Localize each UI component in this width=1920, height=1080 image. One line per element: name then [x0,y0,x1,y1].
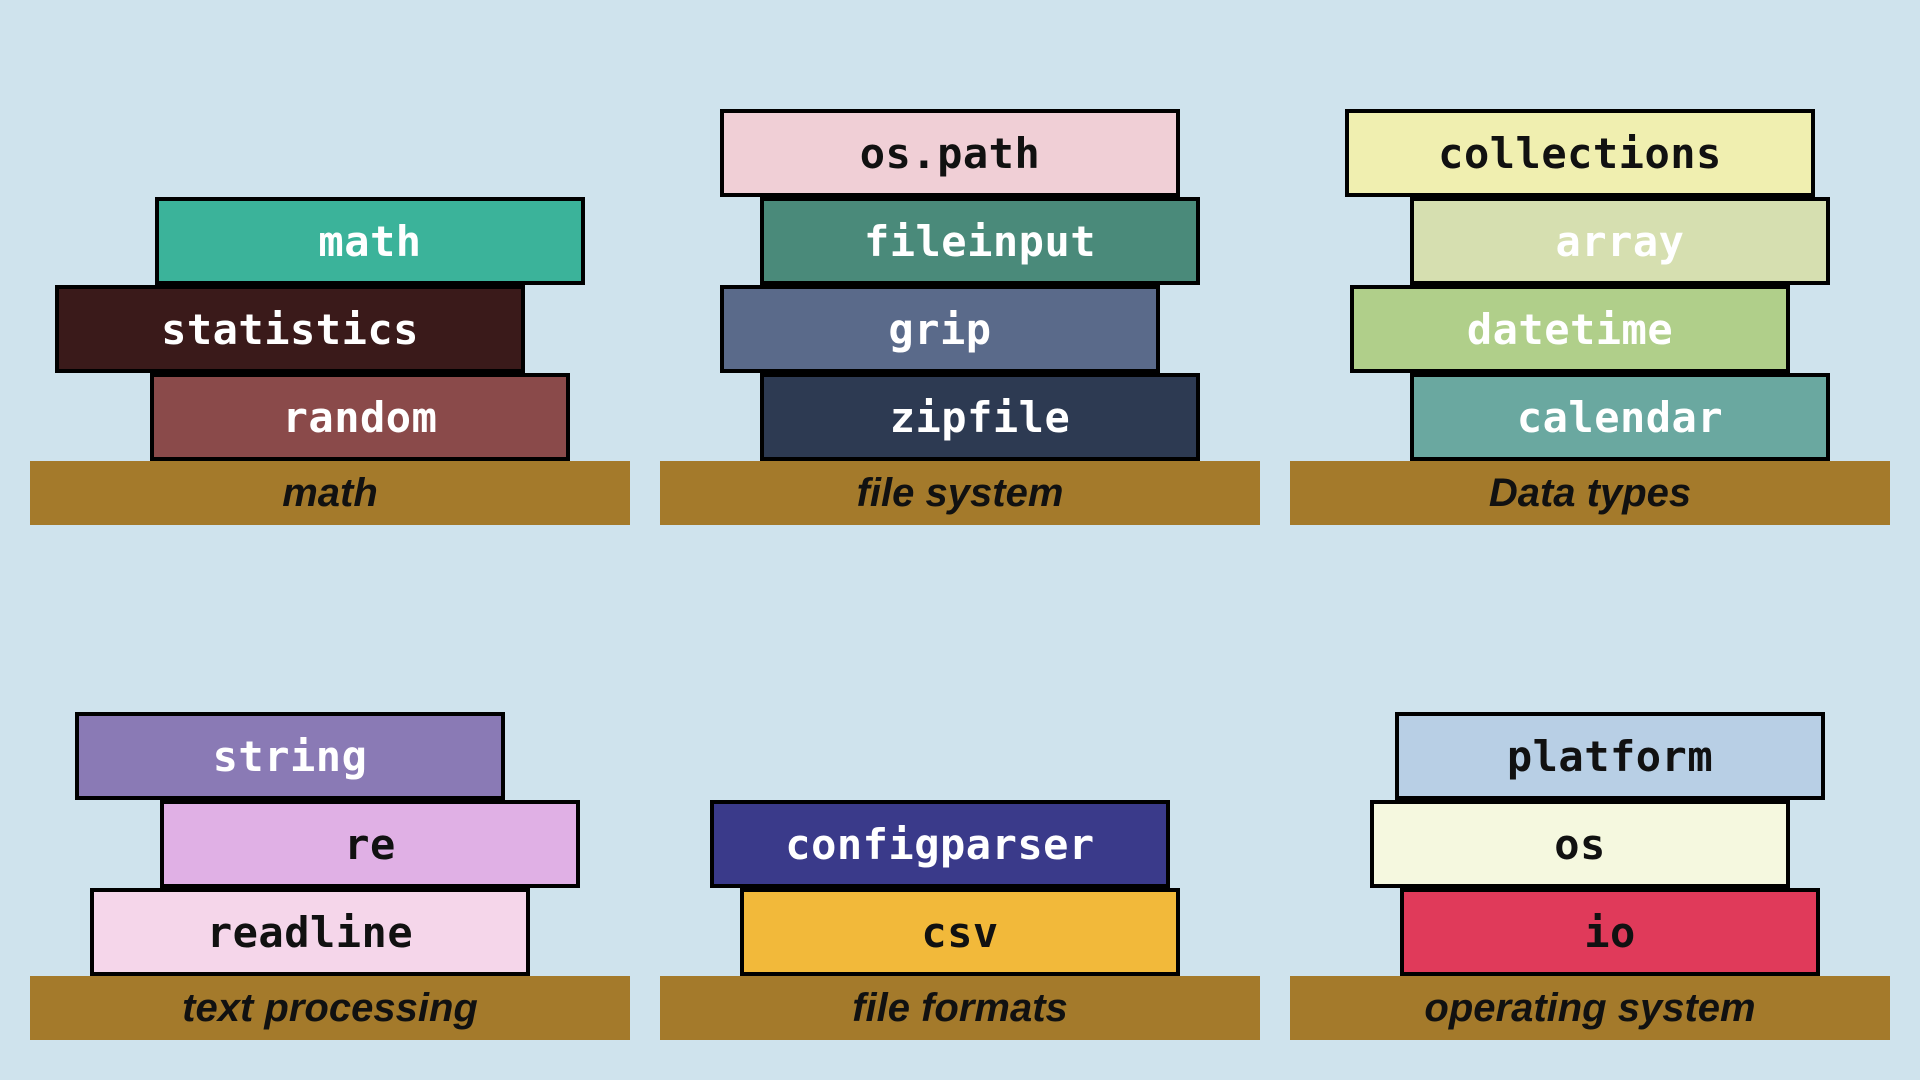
book-array: array [1410,197,1830,285]
book-statistics: statistics [55,285,525,373]
book-math: math [155,197,585,285]
base-data-types: Data types [1290,461,1890,525]
stack-file-formats: configparser csv file formats [660,555,1260,1040]
base-text-processing: text processing [30,976,630,1040]
book-string: string [75,712,505,800]
book-os: os [1370,800,1790,888]
base-operating-system: operating system [1290,976,1890,1040]
book-csv: csv [740,888,1180,976]
book-grip: grip [720,285,1160,373]
book-datetime: datetime [1350,285,1790,373]
book-platform: platform [1395,712,1825,800]
stack-file-system: os.path fileinput grip zipfile file syst… [660,40,1260,525]
book-calendar: calendar [1410,373,1830,461]
book-re: re [160,800,580,888]
stack-operating-system: platform os io operating system [1290,555,1890,1040]
book-os-path: os.path [720,109,1180,197]
base-file-system: file system [660,461,1260,525]
book-zipfile: zipfile [760,373,1200,461]
base-math: math [30,461,630,525]
stack-text-processing: string re readline text processing [30,555,630,1040]
stack-math: math statistics random math [30,40,630,525]
base-file-formats: file formats [660,976,1260,1040]
stacks-grid: math statistics random math os.path file… [0,0,1920,1080]
stack-data-types: collections array datetime calendar Data… [1290,40,1890,525]
book-fileinput: fileinput [760,197,1200,285]
book-configparser: configparser [710,800,1170,888]
book-collections: collections [1345,109,1815,197]
book-io: io [1400,888,1820,976]
book-random: random [150,373,570,461]
book-readline: readline [90,888,530,976]
